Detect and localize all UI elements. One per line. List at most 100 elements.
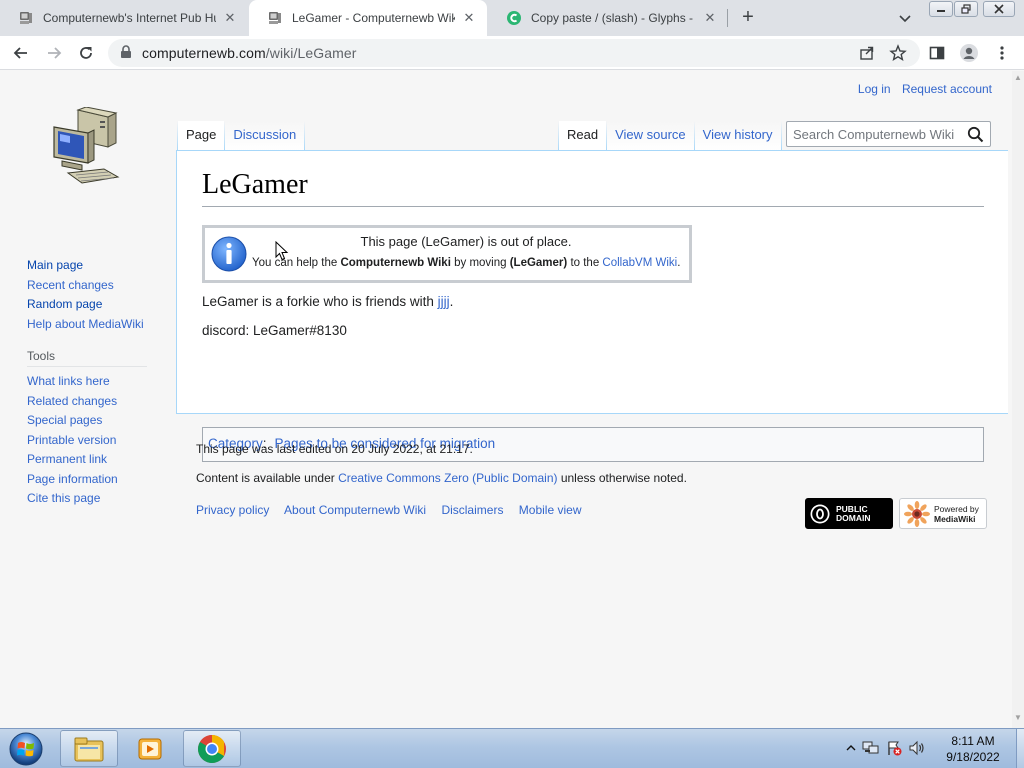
url-path: /wiki/LeGamer <box>265 45 357 61</box>
taskbar-chrome[interactable] <box>183 730 241 767</box>
tab-pub-hub[interactable]: Computernewb's Internet Pub Hub ✕ <box>0 0 248 36</box>
forward-arrow-icon[interactable] <box>43 42 65 64</box>
discord-paragraph: discord: LeGamer#8130 <box>202 323 347 338</box>
search-input[interactable] <box>793 126 963 142</box>
close-tab-icon[interactable]: ✕ <box>702 10 718 26</box>
tab-page[interactable]: Page <box>178 121 225 151</box>
notice-text: to the <box>567 257 603 269</box>
clock-date: 9/18/2022 <box>946 750 1000 764</box>
sidebar-item: Cite this page <box>27 489 118 509</box>
system-tray <box>842 729 926 768</box>
menu-kebab-icon[interactable] <box>991 42 1013 64</box>
jjjj-link[interactable]: jjjj <box>438 294 450 309</box>
sidebar-link-permanent-link[interactable]: Permanent link <box>27 452 107 466</box>
sidebar-item: Permanent link <box>27 450 118 470</box>
tab-title: Copy paste / (slash) - Glyphs - GlyphsCo… <box>531 11 696 25</box>
tools-heading: Tools <box>27 349 147 367</box>
restore-button[interactable] <box>954 1 978 17</box>
public-domain-line2: DOMAIN <box>836 512 871 523</box>
profile-avatar-icon[interactable] <box>958 42 980 64</box>
powered-by-mediawiki-badge[interactable]: Powered by MediaWiki <box>899 498 987 529</box>
notice-page-name: (LeGamer) <box>509 257 568 269</box>
share-icon[interactable] <box>856 42 878 64</box>
tab-divider <box>304 121 306 151</box>
public-domain-badge[interactable]: PUBLIC DOMAIN <box>805 498 893 529</box>
lock-icon[interactable] <box>120 44 132 62</box>
sidebar-item: What links here <box>27 372 118 392</box>
license-suffix: unless otherwise noted. <box>557 471 687 485</box>
tab-search-chevron-icon[interactable] <box>896 9 914 27</box>
vertical-scrollbar[interactable]: ▲ ▼ <box>1012 71 1024 728</box>
taskbar-clock[interactable]: 8:11 AM 9/18/2022 <box>930 733 1016 765</box>
disclaimers-link[interactable]: Disclaimers <box>441 503 503 517</box>
close-tab-icon[interactable]: ✕ <box>222 10 238 26</box>
login-link[interactable]: Log in <box>858 82 891 96</box>
tab-read[interactable]: Read <box>559 121 607 151</box>
mobile-view-link[interactable]: Mobile view <box>519 503 582 517</box>
sidebar-link-what-links-here[interactable]: What links here <box>27 374 110 388</box>
tab-view-source[interactable]: View source <box>607 121 694 151</box>
collabvm-wiki-link[interactable]: CollabVM Wiki <box>602 257 677 269</box>
reload-icon[interactable] <box>75 42 97 64</box>
minimize-button[interactable] <box>929 1 953 17</box>
search-icon[interactable] <box>967 126 984 146</box>
sidebar-link-related-changes[interactable]: Related changes <box>27 394 117 408</box>
taskbar-media-player[interactable] <box>121 730 179 767</box>
tab-view-history[interactable]: View history <box>694 121 781 151</box>
scroll-up-arrow-icon[interactable]: ▲ <box>1014 74 1022 82</box>
side-panel-icon[interactable] <box>926 42 948 64</box>
notice-text: You can help the <box>252 257 341 269</box>
network-icon[interactable] <box>862 740 880 759</box>
start-button[interactable] <box>6 731 46 767</box>
about-link[interactable]: About Computernewb Wiki <box>284 503 426 517</box>
show-hidden-icons-icon[interactable] <box>846 743 856 755</box>
action-center-flag-icon[interactable] <box>886 740 902 759</box>
notice-detail: You can help the Computernewb Wiki by mo… <box>252 257 680 269</box>
sidebar-link-cite-this-page[interactable]: Cite this page <box>27 491 100 505</box>
show-desktop-button[interactable] <box>1016 729 1024 768</box>
sidebar-link-printable-version[interactable]: Printable version <box>27 433 116 447</box>
sidebar-link-random-page[interactable]: Random page <box>27 297 102 311</box>
sidebar-link-main-page[interactable]: Main page <box>27 258 83 272</box>
bookmark-star-icon[interactable] <box>887 42 909 64</box>
body-text: LeGamer is a forkie who is friends with <box>202 294 438 309</box>
privacy-policy-link[interactable]: Privacy policy <box>196 503 269 517</box>
tab-discussion[interactable]: Discussion <box>225 121 305 151</box>
computernewb-favicon-icon <box>267 10 283 26</box>
sidebar-item: Related changes <box>27 392 118 412</box>
license-link[interactable]: Creative Commons Zero (Public Domain) <box>338 471 557 485</box>
sidebar-link-special-pages[interactable]: Special pages <box>27 413 102 427</box>
tab-legamer[interactable]: LeGamer - Computernewb Wiki ✕ <box>249 0 487 36</box>
close-window-button[interactable] <box>983 1 1015 17</box>
cc-zero-icon <box>810 504 830 523</box>
request-account-link[interactable]: Request account <box>902 82 992 96</box>
tab-page-label: Page <box>186 127 217 142</box>
sidebar-tools: What links here Related changes Special … <box>27 372 118 509</box>
minimize-icon <box>937 10 945 12</box>
wiki-search-box[interactable] <box>786 121 991 147</box>
footer-badges: PUBLIC DOMAIN Powered by MediaWiki <box>805 498 987 529</box>
license-text: Content is available under Creative Comm… <box>196 471 687 485</box>
mouse-cursor <box>275 240 289 261</box>
sidebar-item: Random page <box>27 295 144 315</box>
back-arrow-icon[interactable] <box>10 42 32 64</box>
wiki-logo[interactable] <box>48 106 128 195</box>
sidebar-item: Main page <box>27 256 144 276</box>
sidebar-navigation: Main page Recent changes Random page Hel… <box>27 256 144 334</box>
tab-glyphs[interactable]: Copy paste / (slash) - Glyphs - GlyphsCo… <box>488 0 728 36</box>
address-bar[interactable]: computernewb.com/wiki/LeGamer <box>108 39 920 67</box>
sidebar-link-recent-changes[interactable]: Recent changes <box>27 278 114 292</box>
new-tab-button[interactable]: + <box>737 7 759 29</box>
sidebar-link-help[interactable]: Help about MediaWiki <box>27 317 144 331</box>
close-tab-icon[interactable]: ✕ <box>461 10 477 26</box>
notice-text: by moving <box>450 257 510 269</box>
scroll-down-arrow-icon[interactable]: ▼ <box>1014 714 1022 722</box>
volume-icon[interactable] <box>908 740 926 759</box>
last-edited-text: This page was last edited on 20 July 202… <box>196 442 473 456</box>
sidebar-link-page-information[interactable]: Page information <box>27 472 118 486</box>
taskbar-explorer[interactable] <box>60 730 118 767</box>
body-paragraph: LeGamer is a forkie who is friends with … <box>202 294 453 309</box>
sidebar-item: Printable version <box>27 431 118 451</box>
glyphs-favicon-icon <box>506 10 522 26</box>
mediawiki-badge-line2: MediaWiki <box>934 513 976 524</box>
